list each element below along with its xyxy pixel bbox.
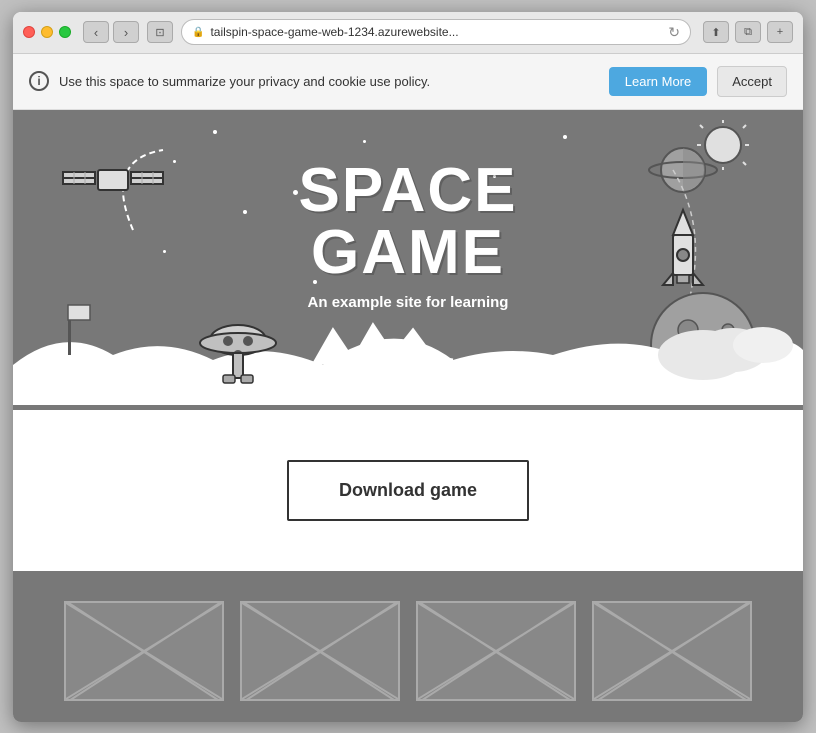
placeholder-cards bbox=[53, 601, 763, 701]
refresh-button[interactable]: ↻ bbox=[668, 24, 680, 41]
close-button[interactable] bbox=[23, 26, 35, 38]
hero-title: SPACE GAME An example site for learning bbox=[298, 160, 517, 311]
learn-more-button[interactable]: Learn More bbox=[609, 67, 707, 96]
download-section: Download game bbox=[13, 410, 803, 571]
forward-icon: › bbox=[124, 25, 128, 40]
hero-section: SPACE GAME An example site for learning bbox=[13, 110, 803, 410]
footer-section bbox=[13, 571, 803, 722]
accept-button[interactable]: Accept bbox=[717, 66, 787, 97]
star bbox=[213, 130, 217, 134]
page-content: SPACE GAME An example site for learning bbox=[13, 110, 803, 722]
share-icon: ⬆ bbox=[711, 26, 720, 39]
nav-buttons: ‹ › bbox=[83, 21, 139, 43]
hero-title-line1: SPACE bbox=[298, 160, 517, 222]
star bbox=[563, 135, 567, 139]
satellite bbox=[53, 140, 173, 245]
star bbox=[293, 190, 298, 195]
right-controls: ⬆ ⧉ + bbox=[703, 21, 793, 43]
window-view-icon: ⊡ bbox=[155, 26, 164, 39]
info-icon: i bbox=[29, 71, 49, 91]
star bbox=[363, 140, 366, 143]
star bbox=[173, 160, 176, 163]
placeholder-card-1 bbox=[64, 601, 224, 701]
hero-title-line2: GAME bbox=[298, 222, 517, 284]
hero-subtitle: An example site for learning bbox=[298, 294, 517, 311]
download-button[interactable]: Download game bbox=[287, 460, 529, 521]
traffic-lights bbox=[23, 26, 71, 38]
lock-icon: 🔒 bbox=[192, 27, 204, 38]
placeholder-card-4 bbox=[592, 601, 752, 701]
browser-window: ‹ › ⊡ 🔒 tailspin-space-game-web-1234.azu… bbox=[13, 12, 803, 722]
browser-titlebar: ‹ › ⊡ 🔒 tailspin-space-game-web-1234.azu… bbox=[13, 12, 803, 54]
minimize-button[interactable] bbox=[41, 26, 53, 38]
url-text: tailspin-space-game-web-1234.azurewebsit… bbox=[210, 25, 662, 39]
forward-button[interactable]: › bbox=[113, 21, 139, 43]
star bbox=[243, 210, 247, 214]
tabs-icon: ⧉ bbox=[744, 26, 752, 39]
back-icon: ‹ bbox=[94, 25, 98, 40]
new-tab-button[interactable]: + bbox=[767, 21, 793, 43]
placeholder-card-2 bbox=[240, 601, 400, 701]
tabs-button[interactable]: ⧉ bbox=[735, 21, 761, 43]
maximize-button[interactable] bbox=[59, 26, 71, 38]
placeholder-card-3 bbox=[416, 601, 576, 701]
star bbox=[163, 250, 166, 253]
window-view-button[interactable]: ⊡ bbox=[147, 21, 173, 43]
cookie-text: Use this space to summarize your privacy… bbox=[59, 74, 599, 89]
cookie-banner: i Use this space to summarize your priva… bbox=[13, 54, 803, 110]
browser-content: i Use this space to summarize your priva… bbox=[13, 54, 803, 722]
back-button[interactable]: ‹ bbox=[83, 21, 109, 43]
address-bar[interactable]: 🔒 tailspin-space-game-web-1234.azurewebs… bbox=[181, 19, 691, 45]
share-button[interactable]: ⬆ bbox=[703, 21, 729, 43]
plus-icon: + bbox=[777, 26, 783, 38]
